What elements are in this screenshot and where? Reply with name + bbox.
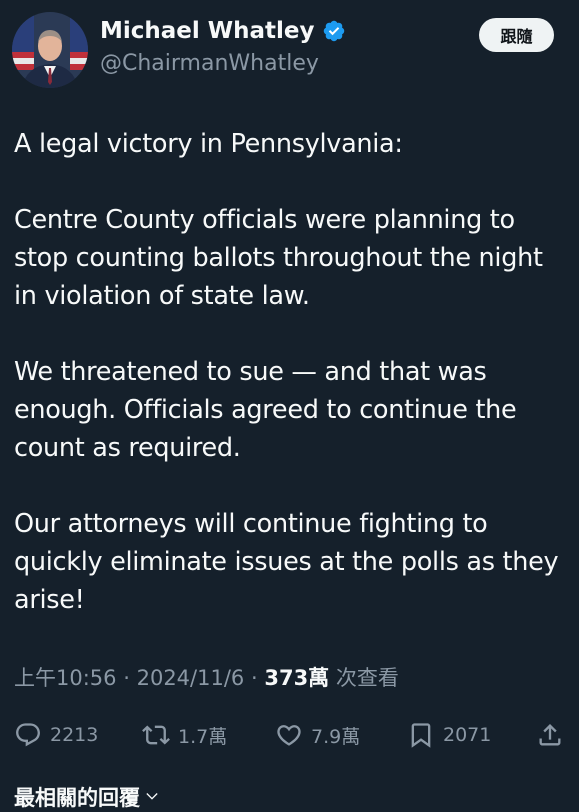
replies-sort-label: 最相關的回覆 [14, 786, 140, 810]
reply-icon [14, 721, 42, 749]
author-handle[interactable]: @ChairmanWhatley [100, 51, 319, 76]
follow-button[interactable]: 跟隨 [479, 18, 554, 52]
meta-separator: · [123, 666, 130, 690]
verified-badge-icon [322, 19, 346, 43]
retweet-button[interactable]: 1.7萬 [142, 712, 227, 758]
like-button[interactable]: 7.9萬 [275, 712, 360, 758]
bookmark-count: 2071 [443, 724, 492, 746]
retweet-count: 1.7萬 [178, 725, 228, 748]
meta-separator: · [250, 666, 258, 690]
tweet-text: A legal victory in Pennsylvania: Centre … [14, 129, 559, 615]
reply-count: 2213 [50, 724, 99, 746]
tweet-meta: 上午10:56 · 2024/11/6 · 373萬 次查看 [14, 662, 399, 692]
action-bar: 2213 1.7萬 7.9萬 2071 [0, 712, 579, 758]
avatar[interactable] [12, 12, 88, 88]
views-count: 373萬 [264, 666, 330, 690]
name-row: Michael Whatley [100, 18, 346, 44]
replies-sort-dropdown[interactable]: 最相關的回覆 [14, 782, 160, 812]
heart-icon [275, 721, 303, 749]
bookmark-icon [407, 721, 435, 749]
share-button[interactable] [536, 712, 564, 758]
like-count: 7.9萬 [311, 725, 361, 748]
chevron-down-icon [144, 785, 160, 809]
tweet-date[interactable]: 2024/11/6 [137, 666, 245, 690]
tweet-time[interactable]: 上午10:56 [14, 666, 117, 690]
author-name[interactable]: Michael Whatley [100, 18, 315, 44]
retweet-icon [142, 721, 170, 749]
reply-button[interactable]: 2213 [14, 712, 98, 758]
share-icon [536, 721, 564, 749]
bookmark-button[interactable]: 2071 [407, 712, 491, 758]
views-label: 次查看 [335, 666, 399, 690]
tweet-header: Michael Whatley @ChairmanWhatley 跟隨 [0, 0, 579, 100]
